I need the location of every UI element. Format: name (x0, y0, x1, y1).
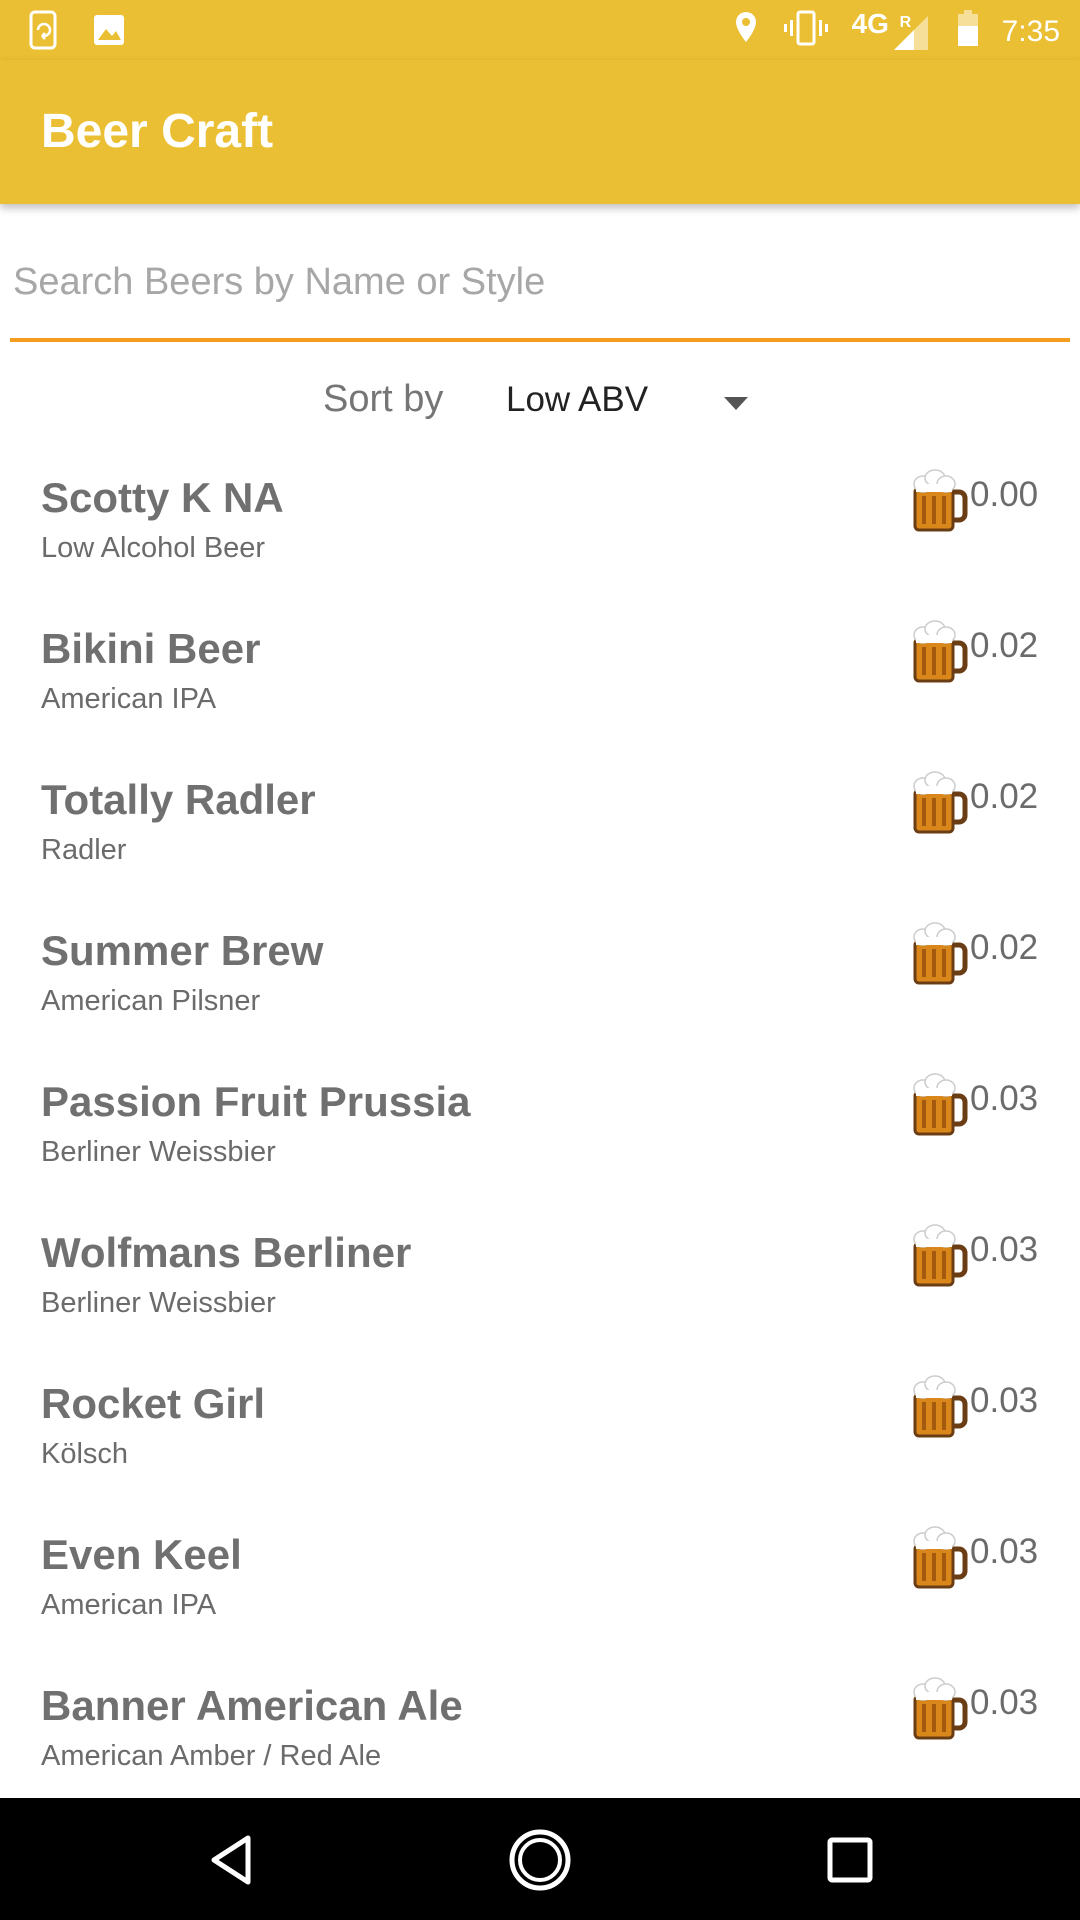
beer-list-item[interactable]: Wolfmans Berliner Berliner Weissbier 0.0… (0, 1205, 1080, 1356)
beer-style: American Pilsner (41, 985, 261, 1017)
search-field[interactable] (10, 250, 1073, 342)
beer-list-item[interactable]: Scotty K NA Low Alcohol Beer 0.00 (0, 450, 1080, 601)
beer-abv: 0.03 (970, 1683, 1039, 1722)
beer-name: Bikini Beer (41, 625, 261, 672)
status-bar: 4G R 7:35 (0, 0, 1080, 60)
recents-icon[interactable] (818, 1828, 882, 1892)
phone-sync-icon (28, 10, 62, 55)
beer-list: Scotty K NA Low Alcohol Beer 0.00 Bikini… (0, 450, 1080, 1809)
beer-style: Berliner Weissbier (41, 1136, 276, 1168)
dropdown-arrow-icon (724, 397, 748, 410)
beer-style: American Amber / Red Ale (41, 1740, 382, 1772)
sort-row: Sort by Low ABV (0, 370, 1080, 434)
back-icon[interactable] (200, 1828, 264, 1892)
beer-mug-icon (909, 619, 969, 685)
beer-list-item[interactable]: Banner American Ale American Amber / Red… (0, 1658, 1080, 1809)
beer-abv: 0.03 (970, 1079, 1039, 1118)
status-right-icons: 4G R 7:35 (732, 8, 1060, 56)
beer-name: Totally Radler (41, 776, 316, 823)
beer-style: Radler (41, 834, 127, 866)
beer-abv: 0.00 (970, 475, 1039, 514)
beer-abv: 0.03 (970, 1230, 1039, 1269)
beer-list-item[interactable]: Bikini Beer American IPA 0.02 (0, 601, 1080, 752)
beer-mug-icon (909, 921, 969, 987)
beer-style: Kölsch (41, 1438, 129, 1470)
sort-dropdown[interactable]: Low ABV (506, 370, 756, 434)
beer-list-item[interactable]: Passion Fruit Prussia Berliner Weissbier… (0, 1054, 1080, 1205)
beer-mug-icon (909, 1374, 969, 1440)
beer-mug-icon (909, 468, 969, 534)
network-type-label: 4G (851, 8, 889, 39)
app-bar: Beer Craft (0, 60, 1080, 204)
beer-list-item[interactable]: Even Keel American IPA 0.03 (0, 1507, 1080, 1658)
home-icon[interactable] (508, 1828, 572, 1892)
beer-name: Scotty K NA (41, 474, 284, 521)
beer-list-item[interactable]: Rocket Girl Kölsch 0.03 (0, 1356, 1080, 1507)
beer-mug-icon (909, 770, 969, 836)
beer-name: Summer Brew (41, 927, 324, 974)
beer-mug-icon (909, 1525, 969, 1591)
beer-name: Wolfmans Berliner (41, 1229, 412, 1276)
battery-icon (956, 8, 980, 56)
location-icon (732, 8, 760, 56)
beer-name: Rocket Girl (41, 1380, 266, 1427)
beer-list-item[interactable]: Summer Brew American Pilsner 0.02 (0, 903, 1080, 1054)
vibrate-icon (782, 8, 830, 56)
beer-name: Passion Fruit Prussia (41, 1078, 471, 1125)
search-input[interactable] (10, 250, 1073, 314)
beer-abv: 0.02 (970, 626, 1039, 665)
status-left-icons (28, 10, 126, 55)
beer-list-item[interactable]: Totally Radler Radler 0.02 (0, 752, 1080, 903)
beer-abv: 0.03 (970, 1532, 1039, 1571)
beer-style: American IPA (41, 683, 217, 715)
navigation-bar (0, 1798, 1080, 1920)
beer-style: Berliner Weissbier (41, 1287, 276, 1319)
sort-label: Sort by (323, 378, 444, 420)
signal-icon: 4G R (851, 8, 934, 54)
beer-abv: 0.02 (970, 928, 1039, 967)
beer-name: Banner American Ale (41, 1682, 463, 1729)
beer-mug-icon (909, 1676, 969, 1742)
beer-style: American IPA (41, 1589, 217, 1621)
beer-name: Even Keel (41, 1531, 242, 1578)
image-icon (92, 10, 126, 55)
app-title: Beer Craft (41, 105, 274, 158)
clock: 7:35 (1001, 15, 1060, 48)
beer-abv: 0.03 (970, 1381, 1039, 1420)
beer-mug-icon (909, 1223, 969, 1289)
beer-mug-icon (909, 1072, 969, 1138)
beer-abv: 0.02 (970, 777, 1039, 816)
beer-style: Low Alcohol Beer (41, 532, 266, 564)
sort-selected-value: Low ABV (506, 380, 649, 419)
